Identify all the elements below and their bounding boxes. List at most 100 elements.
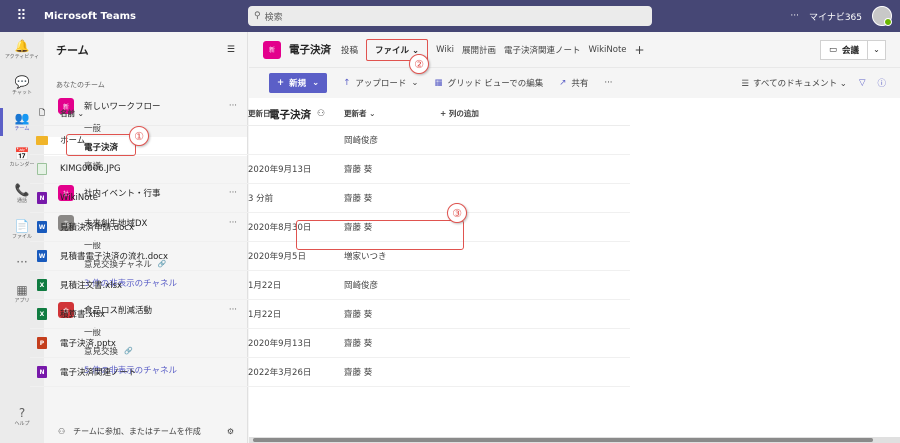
rail-label: 通話 (16, 198, 27, 204)
callout-number-3: ③ (447, 203, 467, 223)
top-bar: ⠿ Microsoft Teams ⚲ 検索 ··· マイナビ365 (0, 0, 900, 32)
channel-avatar: 新 (263, 40, 281, 59)
tab-notes[interactable]: 電子決済関連ノート (504, 44, 581, 56)
channel-header: 新 電子決済 投稿 ファイル ⌄ Wiki 展開計画 電子決済関連ノート Wik… (249, 32, 900, 68)
table-row[interactable]: N WikiNote 3 分前 齋藤 葵 (30, 184, 630, 213)
grid-edit-label: グリッド ビューでの編集 (447, 79, 544, 89)
calendar-icon: 📅 (14, 147, 30, 161)
search-input[interactable]: ⚲ 検索 (248, 6, 652, 26)
callout-box-wikinote (296, 220, 464, 250)
add-column-button[interactable]: + 列の追加 (440, 108, 540, 119)
table-row[interactable]: N 電子決済関連ノート 2022年3月26日 齋藤 葵 (30, 358, 630, 387)
file-modified-by: 齋藤 葵 (344, 339, 373, 349)
meet-label: 会議 (841, 45, 859, 56)
info-icon[interactable]: ⓘ (877, 77, 886, 89)
note-file-icon: N (37, 366, 47, 378)
more-icon: ··· (16, 254, 28, 269)
file-name[interactable]: WikiNote (54, 193, 248, 203)
modified-by-column-header[interactable]: 更新者 ⌄ (344, 108, 440, 119)
rail-label: アプリ (14, 298, 30, 304)
upload-button[interactable]: ↑ アップロード ⌄ (343, 77, 418, 89)
meet-dropdown-button[interactable]: ⌄ (868, 39, 886, 60)
tab-plan[interactable]: 展開計画 (462, 44, 496, 56)
chevron-down-icon: ⌄ (312, 78, 320, 88)
files-icon: 📄 (14, 219, 30, 233)
file-name[interactable]: 見積決済申請.docx (54, 221, 248, 233)
rail-label: ファイル (11, 234, 32, 240)
help-icon: ? (18, 406, 26, 420)
grid-icon: ▦ (434, 78, 443, 88)
name-column-header[interactable]: 名前 ⌄ (54, 108, 248, 119)
file-name[interactable]: 見積書電子決済の流れ.docx (54, 250, 248, 262)
filter-icon[interactable]: ☰ (227, 45, 235, 55)
file-rows: ホーム 岡崎俊彦 KIMG0006.JPG 2020年9月13日 齋藤 葵 N WikiNo… (30, 126, 630, 387)
meet-button[interactable]: ▭ 会議 (819, 39, 868, 60)
command-bar: + 新規 ⌄ ↑ アップロード ⌄ ▦ グリッド ビューでの編集 ↗ 共有 ··… (249, 68, 900, 98)
file-modified-by: 齋藤 葵 (344, 165, 373, 175)
tab-wikinote[interactable]: WikiNote (589, 45, 627, 55)
new-label: 新規 (289, 79, 307, 89)
table-row[interactable]: P 電子決済.pptx 2020年9月13日 齋藤 葵 (30, 329, 630, 358)
more-options-button[interactable]: ··· (790, 11, 799, 21)
tab-wiki[interactable]: Wiki (436, 45, 454, 55)
avatar[interactable] (872, 6, 892, 26)
rail-label: チャット (12, 90, 32, 96)
rail-item-activity[interactable]: 🔔 アクティビティ (0, 32, 44, 68)
join-team-icon: ⚇ (58, 426, 66, 436)
callout-number-1: ① (129, 126, 149, 146)
view-label: すべてのドキュメント (753, 79, 838, 89)
file-modified: 1月22日 (248, 281, 282, 291)
user-org-name: マイナビ365 (809, 12, 862, 23)
note-file-icon: N (37, 192, 47, 204)
folder-file-icon (36, 135, 48, 145)
more-commands-button[interactable]: ··· (604, 78, 612, 88)
file-name[interactable]: KIMG0006.JPG (54, 164, 248, 174)
gear-icon[interactable]: ⚙ (227, 427, 234, 436)
teams-title: チーム (56, 44, 89, 57)
filter-icon[interactable]: ▽ (859, 78, 866, 88)
horizontal-scrollbar[interactable] (249, 437, 900, 443)
rail-item-chat[interactable]: 💬 チャット (0, 68, 44, 104)
file-modified-by: 齋藤 葵 (344, 194, 373, 204)
chat-icon: 💬 (14, 75, 30, 89)
share-label: 共有 (571, 79, 589, 89)
video-icon: ▭ (828, 44, 837, 55)
tab-posts[interactable]: 投稿 (341, 44, 358, 56)
file-modified-by: 齋藤 葵 (344, 368, 373, 378)
file-modified-by: 岡崎俊彦 (344, 136, 379, 146)
new-button[interactable]: + 新規 ⌄ (269, 73, 328, 93)
ppt-file-icon: P (37, 337, 47, 349)
file-modified-by: 岡崎俊彦 (344, 281, 379, 291)
file-modified: 3 分前 (248, 194, 274, 204)
modified-column-header[interactable]: 更新日時 ⌄ (248, 108, 344, 119)
file-name[interactable]: 電子決済.pptx (54, 337, 248, 349)
channel-title: 電子決済 (289, 44, 331, 56)
file-list-header: 🗋 名前 ⌄ 更新日時 ⌄ 更新者 ⌄ + 列の追加 (30, 102, 630, 126)
table-row[interactable]: X 見積注文書.xlsx 1月22日 岡崎俊彦 (30, 271, 630, 300)
apps-icon: ▦ (16, 283, 28, 297)
file-name[interactable]: 積算書.xlsx (54, 308, 248, 320)
file-modified-by: 齋藤 葵 (344, 310, 373, 320)
table-row[interactable]: KIMG0006.JPG 2020年9月13日 齋藤 葵 (30, 155, 630, 184)
calls-icon: 📞 (14, 183, 30, 197)
file-modified: 2020年9月13日 (248, 339, 312, 349)
app-launcher-icon[interactable]: ⠿ (0, 0, 44, 32)
add-tab-button[interactable]: + (635, 43, 645, 57)
scrollbar-thumb[interactable] (253, 438, 873, 442)
chevron-down-icon: ⌄ (411, 78, 419, 88)
join-create-team[interactable]: ⚇ チームに参加、またはチームを作成 ⚙ (44, 419, 248, 443)
file-name[interactable]: 見積注文書.xlsx (54, 279, 248, 291)
rail-item-help[interactable]: ? ヘルプ (0, 399, 44, 435)
rail-label: アクティビティ (4, 54, 40, 60)
table-row[interactable]: X 積算書.xlsx 1月22日 齋藤 葵 (30, 300, 630, 329)
share-button[interactable]: ↗ 共有 (559, 77, 588, 89)
jpg-file-icon (37, 163, 47, 175)
search-placeholder: 検索 (264, 12, 283, 23)
view-selector[interactable]: ☰ すべてのドキュメント ⌄ (741, 77, 847, 89)
upload-label: アップロード (355, 79, 407, 89)
file-modified: 2020年9月13日 (248, 165, 312, 175)
grid-edit-button[interactable]: ▦ グリッド ビューでの編集 (435, 77, 544, 89)
file-modified: 2022年3月26日 (248, 368, 312, 378)
file-name[interactable]: 電子決済関連ノート (54, 366, 248, 378)
word-file-icon: W (37, 221, 47, 233)
